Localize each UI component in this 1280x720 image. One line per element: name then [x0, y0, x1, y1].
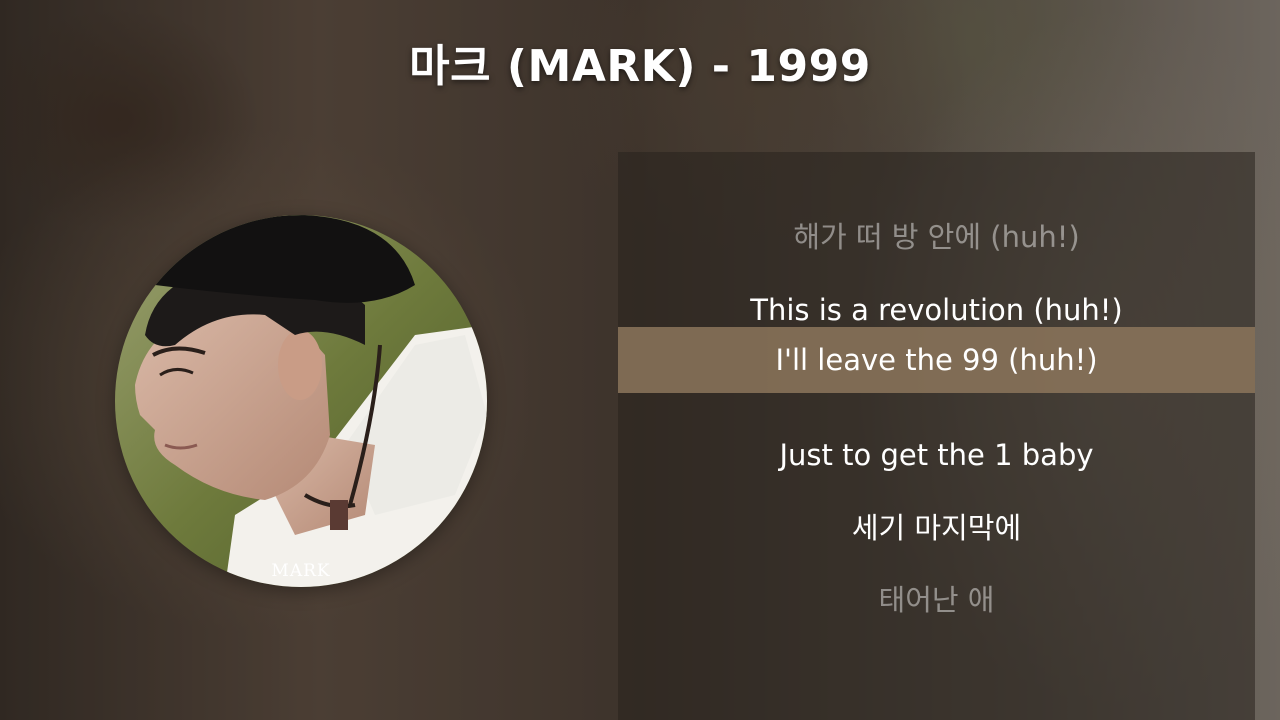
- album-cover: MARK: [115, 215, 487, 587]
- song-title: 마크 (MARK) - 1999: [409, 41, 871, 92]
- lyric-line: 해가 떠 방 안에 (huh!): [793, 220, 1080, 254]
- album-cover-image: [115, 215, 487, 587]
- album-cover-label: MARK: [271, 561, 331, 581]
- lyric-line: Just to get the 1 baby: [779, 438, 1094, 472]
- lyric-line-current: I'll leave the 99 (huh!): [618, 327, 1255, 393]
- lyric-line-current-text: I'll leave the 99 (huh!): [775, 343, 1098, 377]
- video-frame: 마크 (MARK) - 1999 MARK 해가 떠 방 안에 (huh!) T…: [0, 0, 1280, 720]
- lyrics-panel: 해가 떠 방 안에 (huh!) This is a revolution (h…: [618, 152, 1255, 720]
- lyric-line: 태어난 애: [878, 583, 995, 617]
- lyric-line: 세기 마지막에: [851, 511, 1022, 545]
